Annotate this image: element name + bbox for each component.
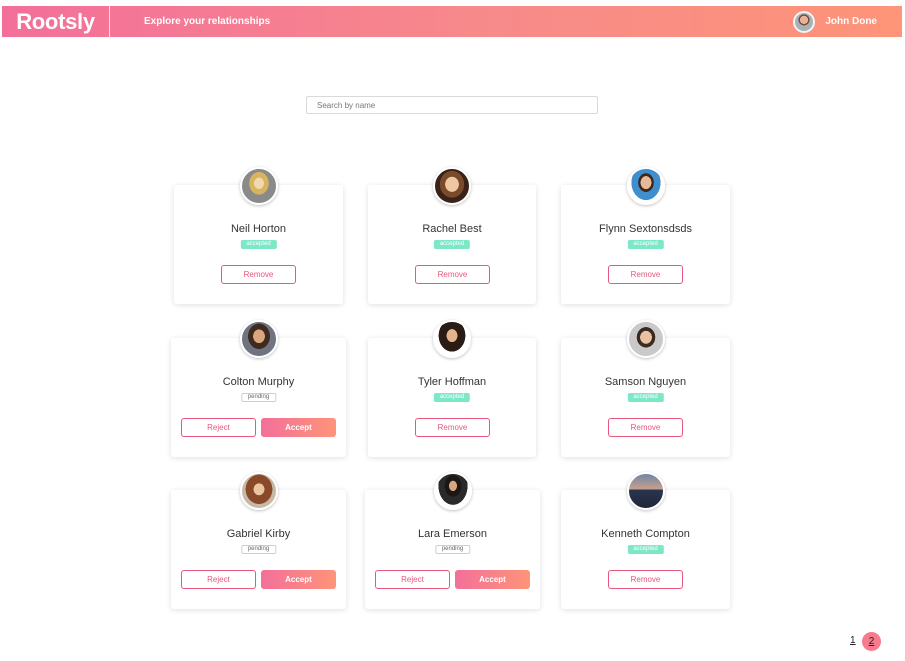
contact-avatar	[433, 472, 472, 510]
remove-button[interactable]: Remove	[608, 570, 683, 589]
remove-button[interactable]: Remove	[221, 265, 296, 284]
remove-button[interactable]: Remove	[608, 418, 683, 437]
app-logo[interactable]: Rootsly	[16, 9, 95, 35]
status-badge: pending	[434, 545, 471, 554]
contact-name: Flynn Sextonsdsds	[599, 223, 692, 235]
contact-avatar	[433, 167, 471, 205]
contact-avatar	[239, 472, 278, 510]
user-name[interactable]: John Done	[825, 16, 877, 27]
contact-avatar	[433, 320, 471, 358]
logo-container[interactable]: Rootsly	[2, 6, 110, 37]
status-badge: accepted	[627, 545, 664, 554]
contact-name: Kenneth Compton	[601, 528, 690, 540]
contact-card: Kenneth Compton accepted Remove	[561, 472, 730, 609]
top-navbar: Rootsly Explore your relationships John …	[2, 6, 902, 37]
contact-card: Flynn Sextonsdsds accepted Remove	[561, 167, 730, 304]
pagination-page-2[interactable]: 2	[862, 632, 881, 651]
remove-button[interactable]: Remove	[415, 265, 490, 284]
accept-button[interactable]: Accept	[261, 418, 336, 437]
contact-name: Rachel Best	[422, 223, 482, 235]
accept-button[interactable]: Accept	[261, 570, 336, 589]
accept-button[interactable]: Accept	[455, 570, 530, 589]
contact-name: Gabriel Kirby	[226, 528, 291, 540]
contact-avatar	[239, 167, 278, 205]
remove-button[interactable]: Remove	[608, 265, 683, 284]
status-badge: pending	[240, 545, 277, 554]
contact-card: Samson Nguyen accepted Remove	[561, 320, 730, 457]
remove-button[interactable]: Remove	[415, 418, 490, 437]
contact-avatar	[626, 167, 665, 205]
contact-name: Lara Emerson	[417, 528, 488, 540]
user-menu[interactable]: John Done	[793, 6, 877, 37]
contact-card: Colton Murphy pending Reject Accept	[171, 320, 346, 457]
search-input[interactable]	[306, 96, 598, 114]
contact-avatar	[239, 320, 278, 358]
reject-button[interactable]: Reject	[181, 418, 256, 437]
contact-name: Tyler Hoffman	[417, 376, 487, 388]
page-tagline: Explore your relationships	[144, 16, 271, 27]
status-badge: pending	[240, 393, 277, 402]
contact-card: Lara Emerson pending Reject Accept	[365, 472, 540, 609]
status-badge: accepted	[627, 240, 664, 249]
contact-card: Tyler Hoffman accepted Remove	[368, 320, 536, 457]
contact-avatar	[626, 320, 665, 358]
contact-name: Neil Horton	[230, 223, 287, 235]
contact-card: Gabriel Kirby pending Reject Accept	[171, 472, 346, 609]
contact-card: Rachel Best accepted Remove	[368, 167, 536, 304]
pagination-page-1[interactable]: 1	[850, 635, 856, 646]
reject-button[interactable]: Reject	[181, 570, 256, 589]
status-badge: accepted	[627, 393, 664, 402]
contact-avatar	[626, 472, 665, 510]
reject-button[interactable]: Reject	[375, 570, 450, 589]
status-badge: accepted	[433, 393, 471, 402]
contact-name: Colton Murphy	[222, 376, 295, 388]
status-badge: accepted	[433, 240, 471, 249]
status-badge: accepted	[240, 240, 277, 249]
user-avatar[interactable]	[793, 10, 816, 33]
contact-card: Neil Horton accepted Remove	[174, 167, 343, 304]
contact-name: Samson Nguyen	[604, 376, 687, 388]
